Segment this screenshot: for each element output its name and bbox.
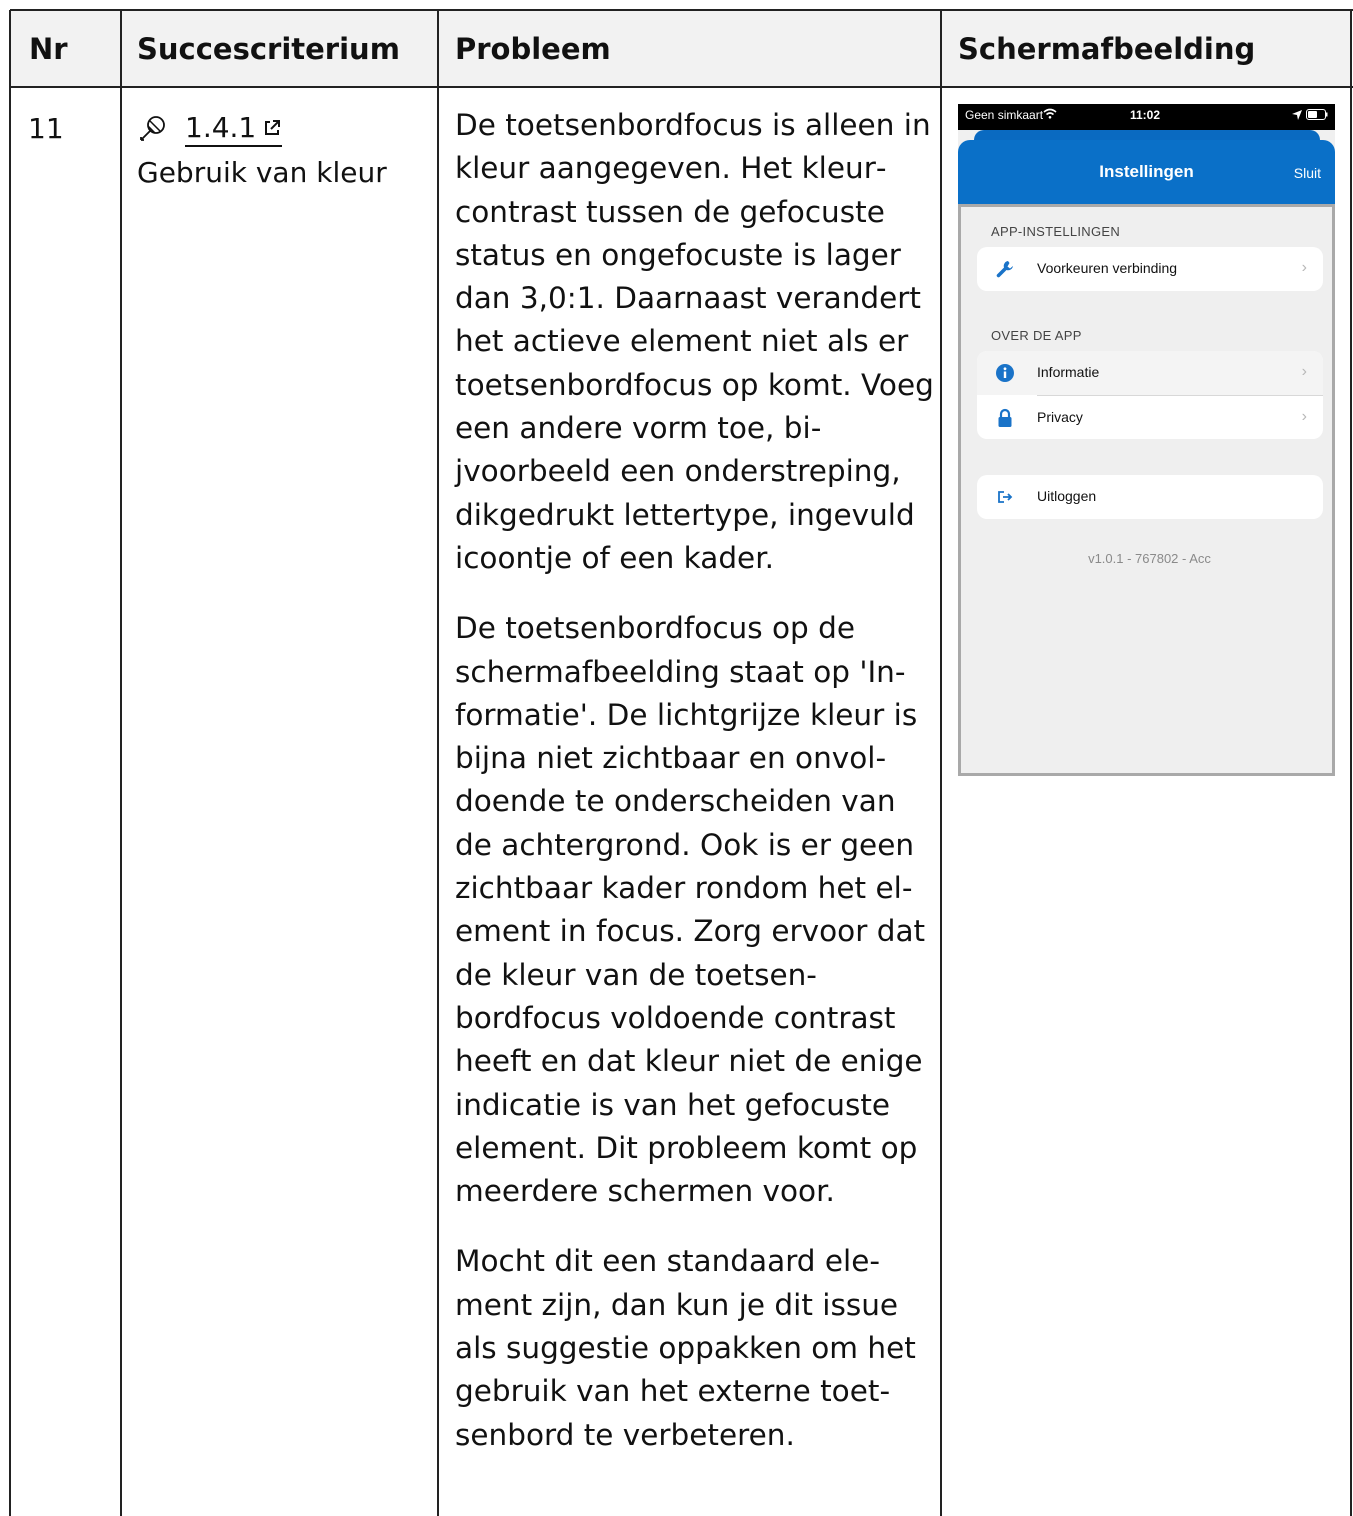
settings-group-about: Informatie › Privacy › <box>977 351 1323 439</box>
eye-dropper-icon <box>140 116 165 141</box>
problem-paragraph: De toetsenbordfocus is alleen in kleur a… <box>455 108 934 575</box>
audit-table: Nr Succescriterium Probleem Schermafbeel… <box>0 0 1353 1516</box>
criterion-cell: 1.4.1 Gebruik van kleur <box>137 107 427 195</box>
wrench-icon <box>996 261 1013 278</box>
row-number: 11 <box>28 112 64 145</box>
nav-title: Instellingen <box>1099 162 1194 181</box>
battery-icon <box>1306 109 1328 120</box>
carrier-label: Geen simkaart <box>965 108 1044 122</box>
settings-list: APP-INSTELLINGEN Voorkeuren verbinding ›… <box>958 204 1335 776</box>
info-icon <box>996 364 1014 382</box>
close-button[interactable]: Sluit <box>1294 165 1321 181</box>
row-label: Informatie <box>1037 364 1100 380</box>
header-succescriterium: Succescriterium <box>137 32 400 66</box>
problem-paragraph: Mocht dit een standaard ele­ment zijn, d… <box>455 1244 916 1452</box>
header-probleem: Probleem <box>455 32 611 66</box>
row-uitloggen[interactable]: Uitloggen <box>977 475 1323 519</box>
version-label: v1.0.1 - 767802 - Acc <box>1088 551 1211 566</box>
row-informatie-focused[interactable]: Informatie › <box>977 351 1323 395</box>
navigation-bar: Instellingen Sluit <box>958 140 1335 204</box>
status-bar: Geen simkaart 11:02 <box>958 104 1335 130</box>
lock-icon <box>998 408 1012 427</box>
table-column-divider <box>120 10 122 1516</box>
section-header-app: APP-INSTELLINGEN <box>991 224 1121 239</box>
table-border-left <box>9 10 11 1516</box>
row-label: Uitloggen <box>1037 488 1097 504</box>
section-header-about: OVER DE APP <box>991 328 1082 343</box>
clock: 11:02 <box>1130 108 1161 122</box>
problem-cell: De toetsenbordfocus is alleen in kleur a… <box>455 104 935 1484</box>
problem-paragraph: De toetsenbordfocus op de schermafbeeldi… <box>455 611 926 1209</box>
row-label: Privacy <box>1037 409 1083 425</box>
external-link-icon <box>265 120 281 135</box>
settings-group-app: Voorkeuren verbinding › <box>977 247 1323 291</box>
chevron-right-icon: › <box>1301 259 1307 276</box>
table-header-divider <box>10 86 1353 88</box>
criterion-name: Gebruik van kleur <box>137 156 387 189</box>
criterion-link[interactable]: 1.4.1 <box>185 111 283 147</box>
table-column-divider <box>940 10 942 1516</box>
row-label: Voorkeuren verbinding <box>1037 260 1178 276</box>
location-arrow-icon <box>1292 110 1302 120</box>
header-schermafbeelding: Schermafbeelding <box>958 32 1256 66</box>
settings-group-logout: Uitloggen <box>977 475 1323 519</box>
criterion-link-label: 1.4.1 <box>185 111 257 144</box>
app-screenshot: Geen simkaart 11:02 Instellingen Sluit A… <box>958 104 1335 776</box>
logout-icon <box>998 491 1013 503</box>
row-voorkeuren-verbinding[interactable]: Voorkeuren verbinding › <box>977 247 1323 291</box>
row-privacy[interactable]: Privacy › <box>977 396 1323 439</box>
chevron-right-icon: › <box>1301 363 1307 380</box>
table-border-right <box>1350 10 1352 1516</box>
header-nr: Nr <box>29 32 68 66</box>
table-column-divider <box>437 10 439 1516</box>
wifi-icon <box>1043 108 1057 119</box>
chevron-right-icon: › <box>1301 408 1307 425</box>
